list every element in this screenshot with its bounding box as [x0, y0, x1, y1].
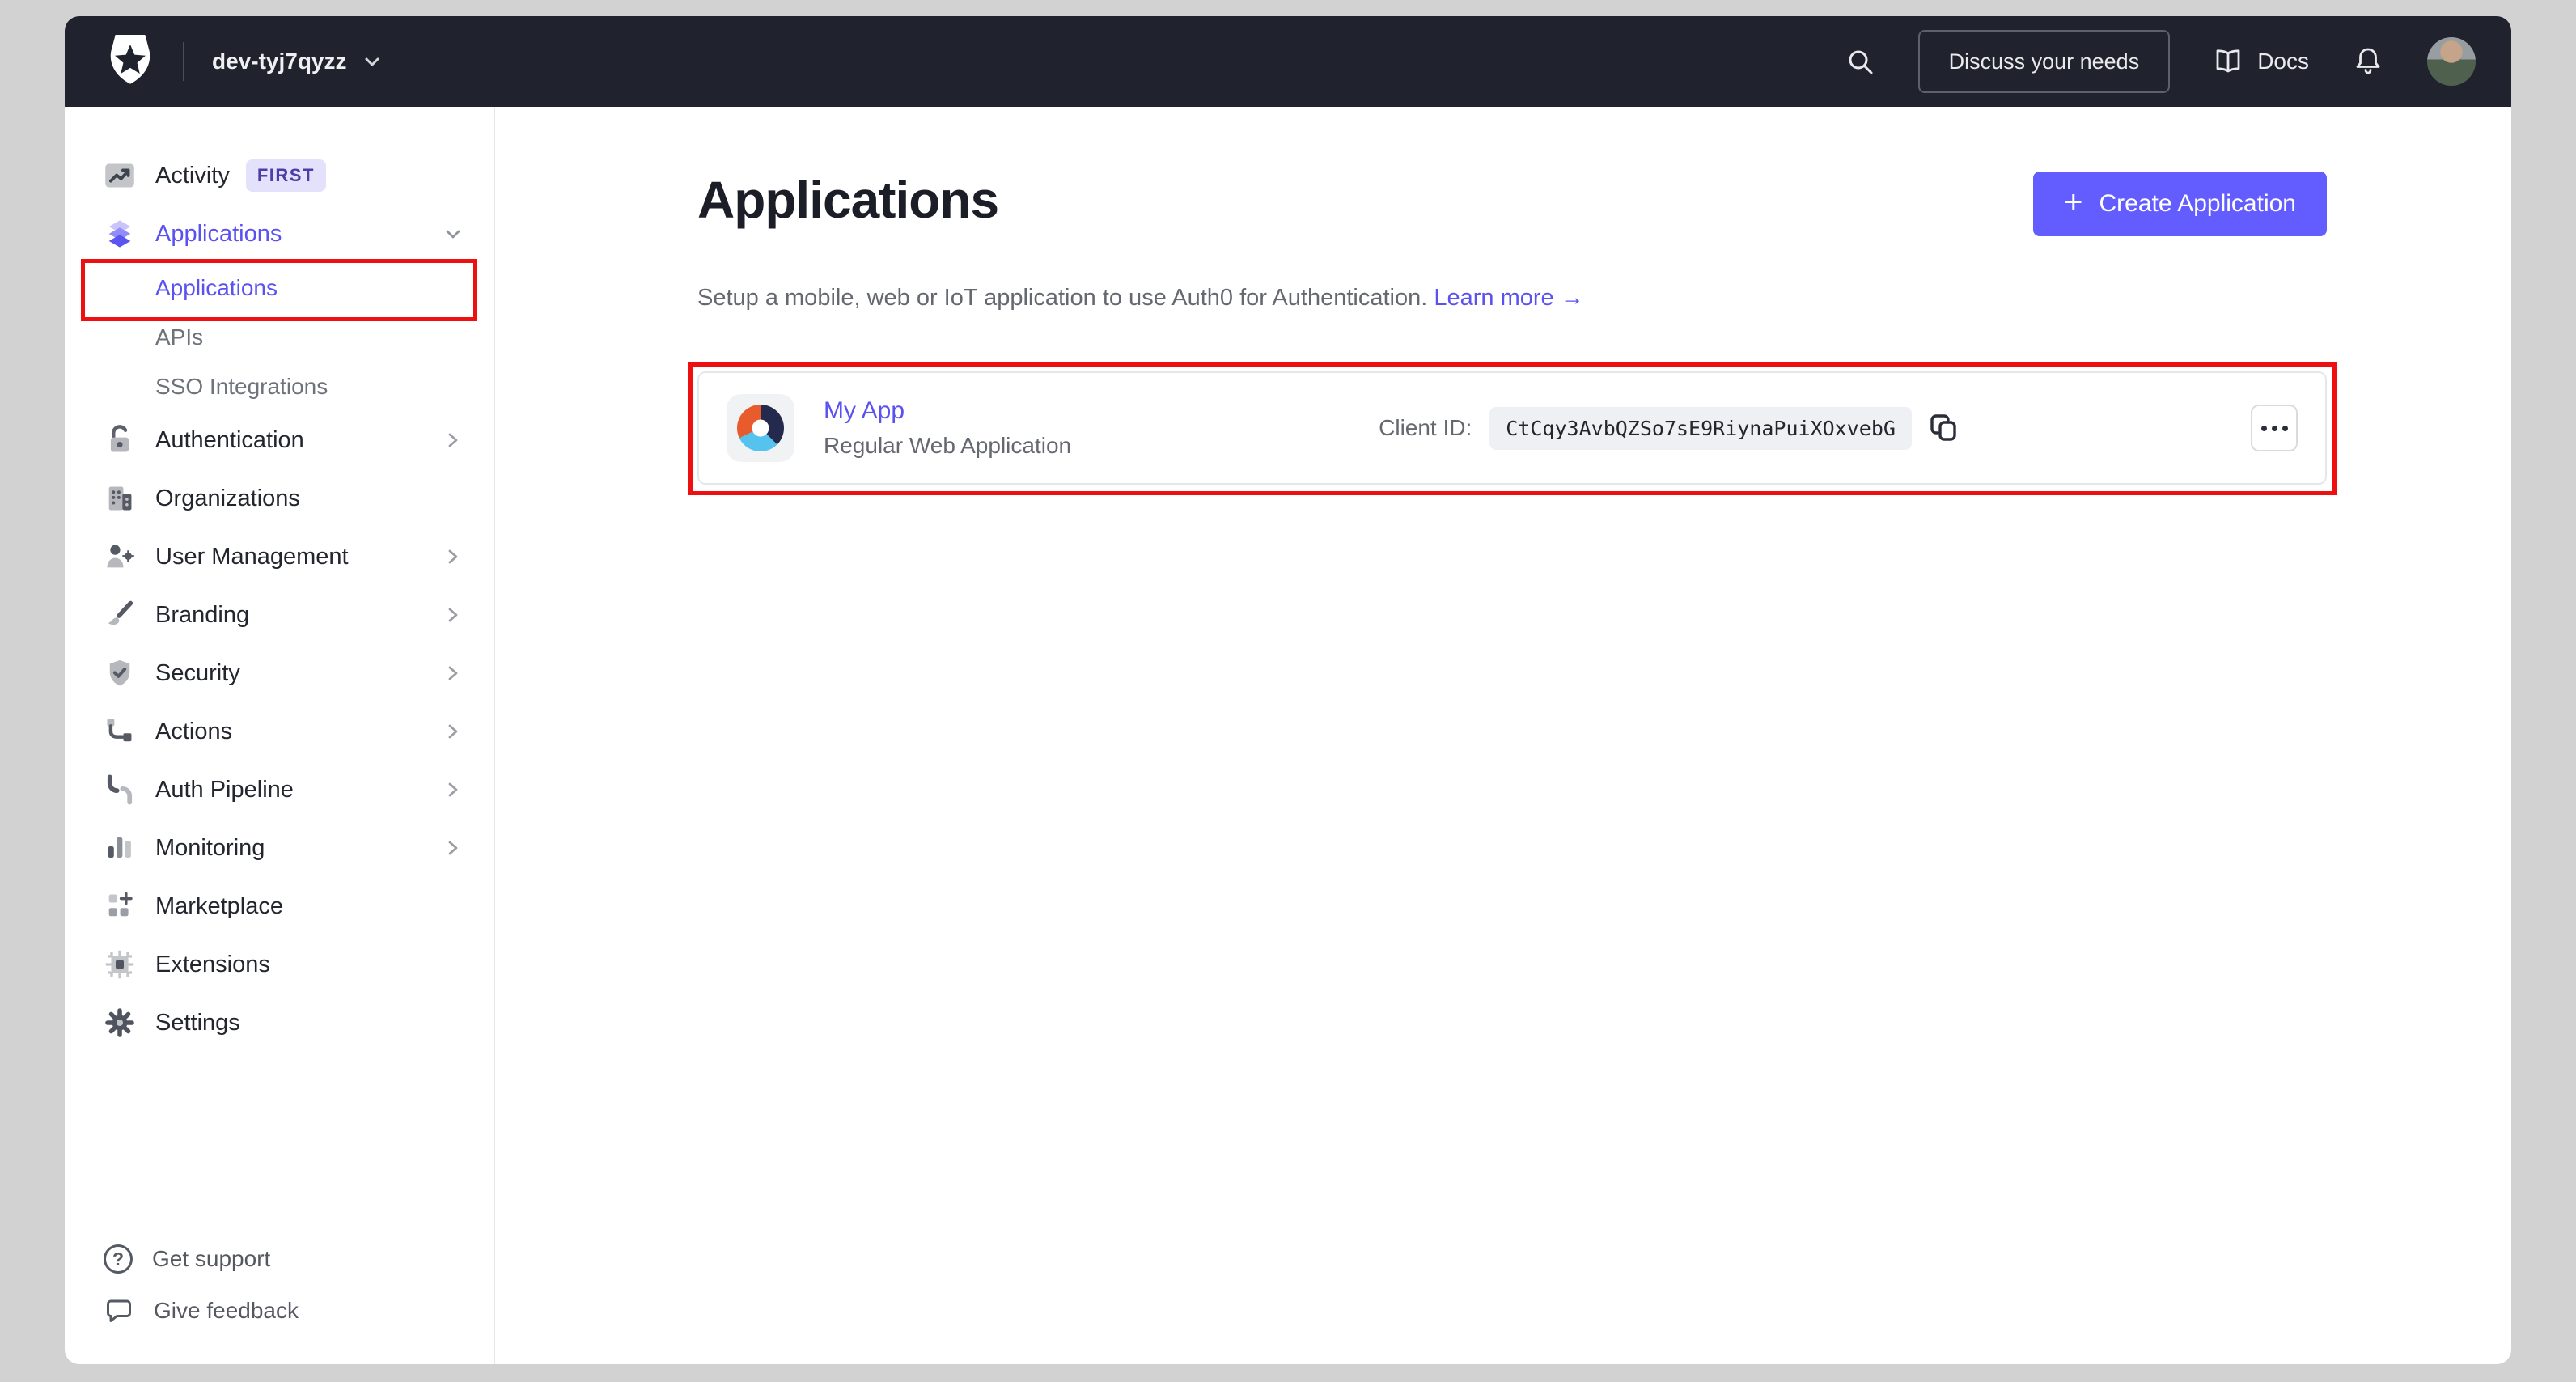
- create-application-button[interactable]: + Create Application: [2033, 172, 2327, 236]
- sidebar-item-extensions[interactable]: Extensions: [65, 935, 494, 994]
- sidebar-item-label: Actions: [155, 718, 233, 744]
- auth0-shield-icon: [105, 35, 155, 88]
- sidebar-item-label: Auth Pipeline: [155, 776, 294, 803]
- sidebar-item-label: Organizations: [155, 485, 300, 511]
- sidebar-item-label: Settings: [155, 1009, 240, 1036]
- topbar: dev-tyj7qyzz Discuss your needs Docs: [65, 16, 2511, 107]
- sidebar-item-activity[interactable]: Activity FIRST: [65, 146, 494, 205]
- sidebar-subitem-sso-integrations[interactable]: SSO Integrations: [65, 362, 494, 411]
- first-badge: FIRST: [245, 159, 326, 192]
- copy-button[interactable]: [1926, 410, 1962, 446]
- arrow-right-icon: →: [1560, 285, 1584, 311]
- shield-check-icon: [104, 657, 136, 689]
- tenant-switcher[interactable]: dev-tyj7qyzz: [212, 49, 383, 74]
- chevron-right-icon: [442, 429, 464, 451]
- building-icon: [104, 482, 136, 515]
- description-text: Setup a mobile, web or IoT application t…: [697, 285, 1428, 311]
- sidebar-subitem-apis[interactable]: APIs: [65, 312, 494, 362]
- paintbrush-icon: [104, 599, 136, 631]
- sidebar-item-branding[interactable]: Branding: [65, 586, 494, 644]
- client-id-label: Client ID:: [1379, 415, 1472, 440]
- notifications-button[interactable]: [2351, 45, 2385, 78]
- bar-chart-icon: [104, 832, 136, 864]
- docs-link[interactable]: Docs: [2212, 45, 2309, 78]
- sidebar-item-label: User Management: [155, 543, 349, 570]
- app-name-link[interactable]: My App: [824, 397, 1071, 425]
- help-icon: ?: [104, 1244, 133, 1274]
- sidebar-item-label: Authentication: [155, 426, 304, 453]
- sidebar: Activity FIRST Applications Applications…: [65, 107, 495, 1364]
- grid-plus-icon: [104, 890, 136, 922]
- sidebar-item-label: Branding: [155, 601, 250, 628]
- sidebar-item-authentication[interactable]: Authentication: [65, 411, 494, 469]
- user-avatar[interactable]: [2427, 37, 2476, 86]
- main-content: Applications + Create Application Setup …: [495, 107, 2511, 1364]
- create-application-label: Create Application: [2099, 190, 2297, 217]
- sidebar-subitem-applications[interactable]: Applications: [65, 263, 494, 312]
- client-id-group: Client ID: CtCqy3AvbQZSo7sE9RiynaPuiXOxv…: [1379, 406, 1962, 450]
- speech-bubble-icon: [104, 1295, 134, 1326]
- chevron-right-icon: [442, 837, 464, 859]
- discuss-your-needs-button[interactable]: Discuss your needs: [1917, 30, 2171, 93]
- sidebar-item-monitoring[interactable]: Monitoring: [65, 819, 494, 877]
- client-id-value: CtCqy3AvbQZSo7sE9RiynaPuiXOxvebG: [1489, 406, 1912, 450]
- sidebar-item-label: Applications: [155, 220, 282, 247]
- search-icon: [1844, 45, 1876, 78]
- sidebar-item-label: Extensions: [155, 951, 270, 977]
- page-description: Setup a mobile, web or IoT application t…: [697, 285, 2327, 312]
- sidebar-item-security[interactable]: Security: [65, 644, 494, 702]
- sidebar-item-label: Activity: [155, 162, 230, 189]
- sidebar-item-organizations[interactable]: Organizations: [65, 469, 494, 528]
- auth0-logo[interactable]: [105, 35, 155, 88]
- chevron-right-icon: [442, 662, 464, 685]
- sidebar-item-actions[interactable]: Actions: [65, 702, 494, 761]
- gear-icon: [104, 1007, 136, 1039]
- footer-item-label: Get support: [152, 1246, 271, 1271]
- topbar-divider: [183, 42, 184, 81]
- sidebar-item-user-management[interactable]: User Management: [65, 528, 494, 586]
- sidebar-item-applications[interactable]: Applications: [65, 205, 494, 263]
- chevron-right-icon: [442, 604, 464, 626]
- chevron-right-icon: [442, 778, 464, 801]
- chevron-right-icon: [442, 720, 464, 743]
- ellipsis-icon: [2260, 425, 2267, 431]
- sidebar-item-settings[interactable]: Settings: [65, 994, 494, 1052]
- chevron-down-icon: [362, 51, 383, 72]
- sidebar-item-label: Marketplace: [155, 892, 283, 919]
- app-logo: [727, 394, 794, 462]
- get-support-link[interactable]: ? Get support: [65, 1233, 494, 1285]
- application-row[interactable]: My App Regular Web Application Client ID…: [697, 371, 2327, 485]
- tenant-name: dev-tyj7qyzz: [212, 49, 347, 74]
- chip-icon: [104, 948, 136, 981]
- row-menu-button[interactable]: [2251, 405, 2298, 451]
- flow-icon: [104, 715, 136, 748]
- pipeline-icon: [104, 774, 136, 806]
- sidebar-footer: ? Get support Give feedback: [65, 1233, 494, 1337]
- page-title: Applications: [697, 171, 999, 229]
- sidebar-item-marketplace[interactable]: Marketplace: [65, 877, 494, 935]
- chevron-down-icon: [442, 223, 464, 245]
- app-window: dev-tyj7qyzz Discuss your needs Docs Act…: [65, 16, 2511, 1364]
- lock-open-icon: [104, 424, 136, 456]
- docs-label: Docs: [2257, 49, 2309, 74]
- give-feedback-link[interactable]: Give feedback: [65, 1285, 494, 1337]
- book-icon: [2212, 45, 2244, 78]
- app-type: Regular Web Application: [824, 433, 1072, 458]
- copy-icon: [1926, 410, 1962, 446]
- plus-icon: +: [2064, 184, 2083, 220]
- sidebar-item-label: Monitoring: [155, 834, 265, 861]
- activity-icon: [104, 159, 136, 192]
- sidebar-item-label: Security: [155, 659, 240, 686]
- user-gear-icon: [104, 541, 136, 573]
- sidebar-item-auth-pipeline[interactable]: Auth Pipeline: [65, 761, 494, 819]
- footer-item-label: Give feedback: [154, 1298, 299, 1323]
- layers-icon: [104, 218, 136, 250]
- bell-icon: [2351, 45, 2385, 78]
- chevron-right-icon: [442, 545, 464, 568]
- learn-more-link[interactable]: Learn more →: [1434, 285, 1583, 311]
- search-button[interactable]: [1844, 45, 1876, 78]
- app-logo-donut-icon: [737, 405, 784, 451]
- learn-more-label: Learn more: [1434, 285, 1554, 311]
